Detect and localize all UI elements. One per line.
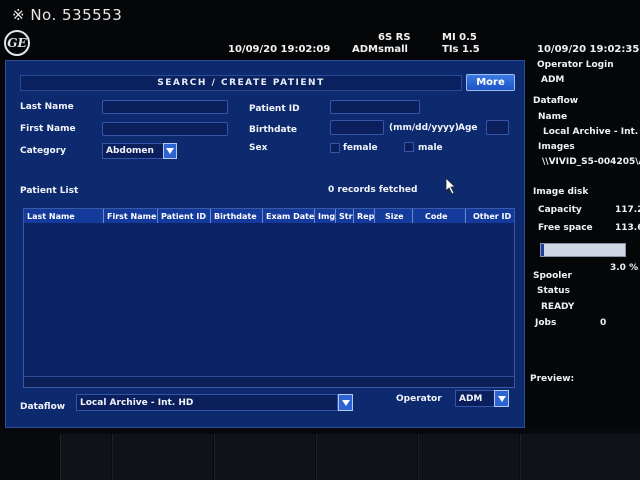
female-checkbox[interactable]: [330, 143, 340, 153]
column-header-rep[interactable]: Rep: [354, 209, 375, 223]
age-label: Age: [458, 123, 478, 133]
capacity-label: Capacity: [538, 205, 582, 215]
disk-usage-bar: [540, 243, 626, 257]
panel-name-label: Name: [538, 112, 568, 122]
more-button[interactable]: More: [466, 74, 515, 91]
category-label: Category: [20, 146, 67, 156]
records-fetched-text: 0 records fetched: [328, 185, 418, 195]
ge-logo: GE: [4, 30, 30, 56]
top-operator: ADM: [352, 44, 378, 55]
column-header-first-name[interactable]: First Name: [104, 209, 158, 223]
operator-dropdown-button[interactable]: [494, 390, 509, 407]
probe-name: 6S RS: [378, 32, 411, 43]
last-name-input[interactable]: [102, 100, 228, 114]
top-datetime: 10/09/20 19:02:09: [228, 44, 331, 55]
category-select[interactable]: Abdomen: [102, 143, 164, 159]
softkey-cell: [60, 434, 111, 480]
male-label: male: [418, 143, 443, 153]
column-header-size[interactable]: Size: [375, 209, 413, 223]
sex-label: Sex: [249, 143, 268, 153]
panel-images-path: \\VIVID_S5-004205\Arch: [542, 157, 640, 167]
probe-preset: small: [378, 44, 408, 55]
birthdate-input[interactable]: [330, 120, 384, 135]
female-label: female: [343, 143, 378, 153]
spooler-label: Spooler: [533, 271, 572, 281]
category-dropdown-button[interactable]: [163, 143, 177, 159]
panel-name-value: Local Archive - Int. HD: [543, 127, 640, 137]
panel-datetime: 10/09/20 19:02:35: [537, 44, 640, 55]
softkey-cell: [520, 434, 640, 480]
panel-images-label: Images: [538, 142, 575, 152]
column-header-last-name[interactable]: Last Name: [24, 209, 104, 223]
column-header-other-id[interactable]: Other ID: [466, 209, 514, 223]
column-header-exam-date[interactable]: Exam Date: [263, 209, 315, 223]
patient-list-label: Patient List: [20, 186, 79, 196]
date-format-hint: (mm/dd/yyyy): [389, 123, 459, 133]
dataflow-dropdown-button[interactable]: [338, 394, 353, 411]
patient-id-input[interactable]: [330, 100, 420, 114]
operator-label: Operator: [396, 394, 442, 404]
column-header-patient-id[interactable]: Patient ID: [158, 209, 211, 223]
birthdate-label: Birthdate: [249, 125, 298, 135]
dataflow-select[interactable]: Local Archive - Int. HD: [76, 394, 338, 411]
chevron-down-icon: [166, 148, 174, 154]
operator-select[interactable]: ADM: [455, 390, 495, 407]
male-checkbox[interactable]: [404, 142, 414, 152]
table-horizontal-scrollbar[interactable]: [24, 376, 514, 387]
operator-login-label: Operator Login: [537, 60, 614, 70]
capacity-value: 117.2: [615, 205, 640, 215]
panel-dataflow-label: Dataflow: [533, 96, 579, 106]
patient-id-label: Patient ID: [249, 104, 300, 114]
free-space-label: Free space: [538, 223, 593, 233]
chevron-down-icon: [341, 399, 350, 406]
age-input[interactable]: [486, 120, 509, 135]
column-header-code[interactable]: Code: [413, 209, 466, 223]
disk-usage-percent: 3.0 %: [610, 263, 639, 273]
jobs-label: Jobs: [535, 318, 557, 328]
softkey-cell: [316, 434, 417, 480]
disk-usage-fill: [541, 244, 544, 256]
first-name-label: First Name: [20, 124, 76, 134]
mouse-pointer-icon: [446, 178, 456, 194]
spooler-status-value: READY: [541, 302, 575, 312]
softkey-cell: [214, 434, 315, 480]
table-header-row: Last Name First Name Patient ID Birthdat…: [24, 209, 514, 223]
watermark-text: ※ No. 535553: [12, 6, 123, 24]
chevron-down-icon: [497, 395, 506, 402]
column-header-birthdate[interactable]: Birthdate: [211, 209, 263, 223]
column-header-str[interactable]: Str: [336, 209, 354, 223]
preview-label: Preview:: [530, 374, 575, 384]
spooler-status-label: Status: [537, 286, 570, 296]
last-name-label: Last Name: [20, 102, 74, 112]
patient-list-table[interactable]: [23, 208, 515, 388]
column-header-img[interactable]: Img: [315, 209, 336, 223]
softkey-cell: [418, 434, 519, 480]
dialog-title: SEARCH / CREATE PATIENT: [20, 75, 462, 91]
operator-login-value: ADM: [541, 75, 565, 85]
tis-value: TIs 1.5: [442, 44, 480, 55]
jobs-value: 0: [600, 318, 607, 328]
softkey-cell: [112, 434, 213, 480]
first-name-input[interactable]: [102, 122, 228, 136]
image-disk-label: Image disk: [533, 187, 589, 197]
free-space-value: 113.6: [615, 223, 640, 233]
dataflow-label: Dataflow: [20, 402, 66, 412]
mi-value: MI 0.5: [442, 32, 477, 43]
